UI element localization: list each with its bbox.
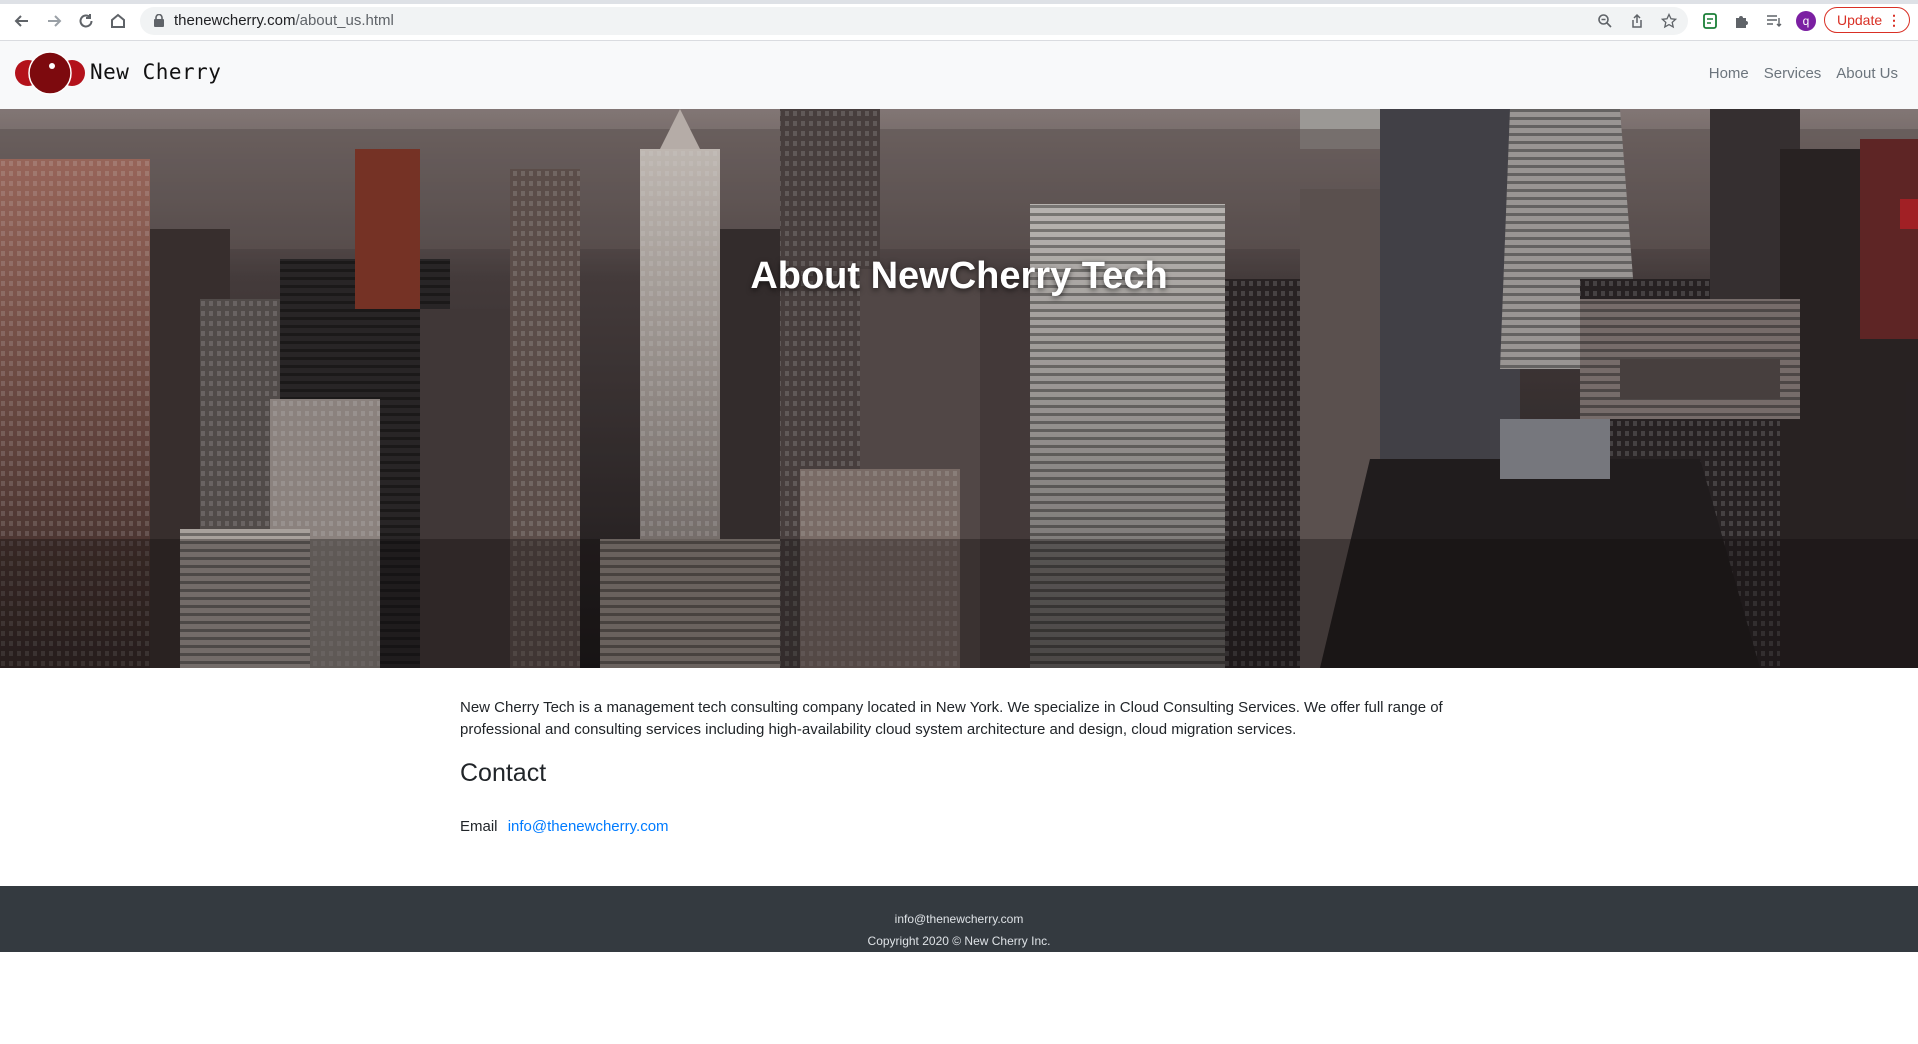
email-label: Email	[460, 818, 498, 835]
footer-email: info@thenewcherry.com	[894, 912, 1024, 926]
nav-link-home[interactable]: Home	[1709, 65, 1749, 82]
url-path: /about_us.html	[295, 12, 394, 29]
contact-email-row: Email info@thenewcherry.com	[460, 818, 1445, 835]
profile-avatar[interactable]: q	[1796, 11, 1816, 31]
url-host: thenewcherry.com	[174, 12, 296, 29]
city-skyline-image	[0, 109, 1918, 668]
extension-evernote-icon[interactable]	[1699, 10, 1721, 32]
zoom-icon[interactable]	[1596, 12, 1614, 30]
about-paragraph: New Cherry Tech is a management tech con…	[460, 699, 1443, 738]
tab-strip-edge	[0, 0, 1918, 4]
brand-name[interactable]: New Cherry	[90, 60, 221, 84]
home-icon[interactable]	[106, 9, 130, 33]
forward-arrow-icon[interactable]	[42, 9, 66, 33]
reading-list-icon[interactable]	[1763, 10, 1785, 32]
share-icon[interactable]	[1628, 12, 1646, 30]
nav-links: Home Services About Us	[1709, 65, 1898, 82]
nav-link-about-us[interactable]: About Us	[1836, 65, 1898, 82]
contact-heading: Contact	[460, 759, 547, 787]
profile-initial: q	[1802, 14, 1810, 28]
update-label: Update	[1837, 12, 1883, 28]
update-button[interactable]: Update ⋮	[1824, 7, 1910, 33]
site-footer: info@thenewcherry.com Copyright 2020 © N…	[0, 886, 1918, 952]
footer-copyright: Copyright 2020 © New Cherry Inc.	[867, 934, 1051, 948]
cherry-logo-icon[interactable]	[14, 51, 86, 95]
more-menu-icon[interactable]: ⋮	[1887, 12, 1901, 29]
site-navbar: New Cherry Home Services About Us	[0, 41, 1918, 109]
url-text[interactable]: thenewcherry.com/about_us.html	[174, 12, 394, 29]
address-bar[interactable]: thenewcherry.com/about_us.html	[140, 7, 1688, 35]
browser-toolbar: thenewcherry.com/about_us.html q Update …	[0, 0, 1918, 41]
back-arrow-icon[interactable]	[10, 9, 34, 33]
reload-icon[interactable]	[74, 9, 98, 33]
lock-icon[interactable]	[154, 13, 164, 32]
nav-link-services[interactable]: Services	[1764, 65, 1822, 82]
bookmark-star-icon[interactable]	[1660, 12, 1678, 30]
hero-banner: About NewCherry Tech	[0, 109, 1918, 668]
hero-title: About NewCherry Tech	[750, 255, 1168, 297]
email-link[interactable]: info@thenewcherry.com	[508, 818, 669, 835]
about-content: New Cherry Tech is a management tech con…	[460, 697, 1445, 835]
extensions-puzzle-icon[interactable]	[1731, 10, 1753, 32]
